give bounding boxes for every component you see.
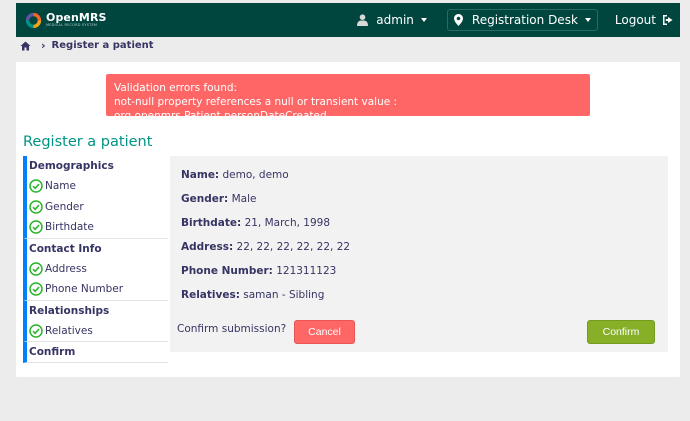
section-title[interactable]: Contact Info <box>29 239 168 259</box>
step-label: Birthdate <box>45 221 94 234</box>
home-icon[interactable] <box>20 41 31 51</box>
chevron-down-icon <box>420 18 427 22</box>
logo-subtitle: MEDICAL RECORD SYSTEM <box>46 23 98 28</box>
check-circle-icon <box>29 262 43 276</box>
check-circle-icon <box>29 179 43 193</box>
field-label: Relatives: <box>181 289 240 301</box>
page-title: Register a patient <box>23 134 153 150</box>
section-title[interactable]: Demographics <box>29 156 168 176</box>
confirm-button[interactable]: Confirm <box>587 320 655 344</box>
field-value: saman - Sibling <box>243 289 325 301</box>
logo-title: OpenMRS <box>46 11 107 25</box>
field-label: Name: <box>181 169 220 181</box>
step-birthdate[interactable]: Birthdate <box>29 217 168 238</box>
location-name: Registration Desk <box>471 13 578 27</box>
check-circle-icon <box>29 324 43 338</box>
section-contact-info: Contact Info Address Phone Number <box>23 238 168 301</box>
user-icon <box>357 14 369 26</box>
check-circle-icon <box>29 220 43 234</box>
error-alert: Validation errors found: not-null proper… <box>106 74 590 122</box>
user-menu[interactable]: admin <box>357 13 427 27</box>
step-label: Phone Number <box>45 283 124 296</box>
check-circle-icon <box>29 282 43 296</box>
cancel-button[interactable]: Cancel <box>294 320 355 344</box>
alert-message: not-null property references a null or t… <box>114 96 398 122</box>
step-relatives[interactable]: Relatives <box>29 321 168 342</box>
summary-relatives: Relatives: saman - Sibling <box>181 289 324 301</box>
sign-out-icon <box>663 15 673 25</box>
confirm-prompt: Confirm submission? <box>177 323 287 335</box>
field-value: 22, 22, 22, 22, 22, 22 <box>236 241 351 253</box>
field-value: 21, March, 1998 <box>244 217 331 229</box>
section-demographics: Demographics Name Gender Birthdate <box>23 156 168 239</box>
logout-label: Logout <box>614 13 656 27</box>
main-content: Validation errors found: not-null proper… <box>16 62 680 377</box>
field-label: Birthdate: <box>181 217 242 229</box>
step-label: Name <box>45 180 76 193</box>
summary-gender: Gender: Male <box>181 193 256 205</box>
summary-address: Address: 22, 22, 22, 22, 22, 22 <box>181 241 350 253</box>
field-value: Male <box>231 193 257 205</box>
step-label: Gender <box>45 200 84 213</box>
breadcrumb-current: Register a patient <box>51 40 154 51</box>
section-title[interactable]: Relationships <box>29 301 168 321</box>
step-phone-number[interactable]: Phone Number <box>29 279 168 300</box>
confirm-summary-panel: Name: demo, demo Gender: Male Birthdate:… <box>170 156 668 352</box>
registration-steps: Demographics Name Gender Birthdate Conta… <box>23 156 168 370</box>
summary-phone-number: Phone Number: 121311123 <box>181 265 336 277</box>
top-header: OpenMRS MEDICAL RECORD SYSTEM admin Regi… <box>16 3 680 37</box>
openmrs-logo-icon <box>25 12 42 28</box>
check-circle-icon <box>29 200 43 214</box>
breadcrumb: › Register a patient <box>16 37 680 54</box>
alert-title: Validation errors found: <box>114 82 238 94</box>
user-name: admin <box>376 13 414 27</box>
chevron-down-icon <box>584 18 591 22</box>
map-marker-icon <box>453 14 463 26</box>
field-label: Address: <box>181 241 234 253</box>
step-label: Relatives <box>45 324 93 337</box>
field-label: Phone Number: <box>181 265 273 277</box>
step-label: Address <box>45 262 87 275</box>
logout-link[interactable]: Logout <box>615 13 674 27</box>
chevron-right-icon: › <box>41 39 46 52</box>
section-confirm: Confirm <box>23 342 168 363</box>
location-menu[interactable]: Registration Desk <box>446 9 598 31</box>
openmrs-logo[interactable]: OpenMRS MEDICAL RECORD SYSTEM <box>25 12 107 29</box>
step-address[interactable]: Address <box>29 259 168 280</box>
section-relationships: Relationships Relatives <box>23 300 168 342</box>
section-title[interactable]: Confirm <box>29 342 168 362</box>
field-value: 121311123 <box>276 265 337 277</box>
step-name[interactable]: Name <box>29 176 168 197</box>
field-label: Gender: <box>181 193 229 205</box>
summary-name: Name: demo, demo <box>181 169 289 181</box>
summary-birthdate: Birthdate: 21, March, 1998 <box>181 217 330 229</box>
step-gender[interactable]: Gender <box>29 197 168 218</box>
field-value: demo, demo <box>222 169 289 181</box>
